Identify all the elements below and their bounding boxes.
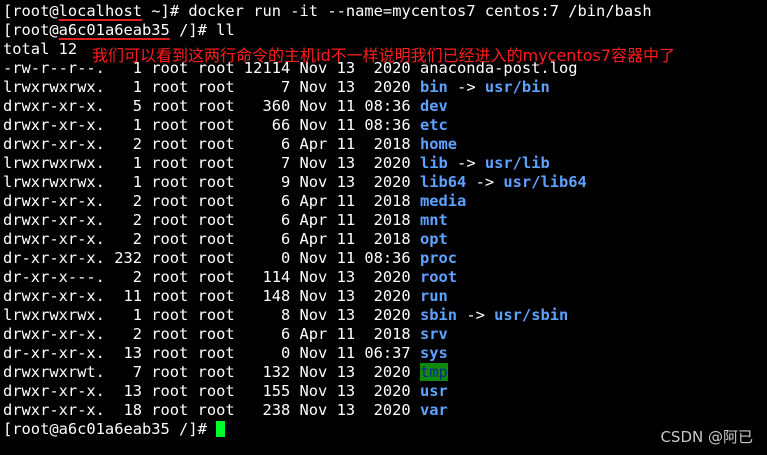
symlink-target: usr/lib64: [503, 173, 587, 191]
file-meta: drwxr-xr-x. 18 root root 238 Nov 13 2020: [3, 401, 420, 419]
file-meta: drwxr-xr-x. 2 root root 6 Apr 11 2018: [3, 192, 420, 210]
command-text: ~]# docker run -it --name=mycentos7 cent…: [142, 2, 652, 20]
file-meta: lrwxrwxrwx. 1 root root 8 Nov 13 2020: [3, 306, 420, 324]
listing-row: drwxr-xr-x. 13 root root 155 Nov 13 2020…: [3, 382, 652, 401]
prompt-line-ll: [root@a6c01a6eab35 /]# ll: [3, 21, 652, 40]
listing-row: lrwxrwxrwx. 1 root root 9 Nov 13 2020 li…: [3, 173, 652, 192]
file-meta: lrwxrwxrwx. 1 root root 7 Nov 13 2020: [3, 154, 420, 172]
file-name: sbin: [419, 306, 458, 324]
file-meta: drwxr-xr-x. 5 root root 360 Nov 11 08:36: [3, 97, 420, 115]
file-name: dev: [419, 97, 448, 115]
file-meta: dr-xr-xr-x. 13 root root 0 Nov 11 06:37: [3, 344, 420, 362]
listing-row: lrwxrwxrwx. 1 root root 8 Nov 13 2020 sb…: [3, 306, 652, 325]
file-name: root: [419, 268, 458, 286]
listing-row: drwxr-xr-x. 5 root root 360 Nov 11 08:36…: [3, 97, 652, 116]
listing-row: drwxr-xr-x. 11 root root 148 Nov 13 2020…: [3, 287, 652, 306]
symlink-arrow: ->: [466, 173, 504, 191]
file-meta: drwxr-xr-x. 11 root root 148 Nov 13 2020: [3, 287, 420, 305]
file-meta: drwxr-xr-x. 1 root root 66 Nov 11 08:36: [3, 116, 420, 134]
prompt-prefix: [root@: [3, 21, 59, 39]
listing-row: drwxr-xr-x. 2 root root 6 Apr 11 2018 op…: [3, 230, 652, 249]
directory-listing: -rw-r--r--. 1 root root 12114 Nov 13 202…: [3, 59, 652, 420]
hostname-container: a6c01a6eab35: [58, 21, 170, 39]
file-name: proc: [419, 249, 458, 267]
file-meta: drwxr-xr-x. 13 root root 155 Nov 13 2020: [3, 382, 420, 400]
listing-row: drwxr-xr-x. 2 root root 6 Apr 11 2018 ho…: [3, 135, 652, 154]
command-text: /]# ll: [169, 21, 235, 39]
terminal[interactable]: [root@localhost ~]# docker run -it --nam…: [3, 2, 652, 439]
file-name: sys: [419, 344, 448, 362]
listing-row: dr-xr-xr-x. 13 root root 0 Nov 11 06:37 …: [3, 344, 652, 363]
listing-row: drwxr-xr-x. 2 root root 6 Apr 11 2018 mn…: [3, 211, 652, 230]
file-name: home: [419, 135, 458, 153]
file-meta: drwxr-xr-x. 2 root root 6 Apr 11 2018: [3, 211, 420, 229]
file-name: lib: [419, 154, 448, 172]
file-name: lib64: [419, 173, 467, 191]
symlink-arrow: ->: [447, 78, 485, 96]
file-meta: lrwxrwxrwx. 1 root root 7 Nov 13 2020: [3, 78, 420, 96]
file-name: media: [419, 192, 467, 210]
file-name: opt: [419, 230, 448, 248]
file-meta: lrwxrwxrwx. 1 root root 9 Nov 13 2020: [3, 173, 420, 191]
symlink-target: usr/sbin: [494, 306, 569, 324]
annotation-note: 我们可以看到这两行命令的主机id不一样说明我们已经进入的mycentos7容器中…: [92, 46, 676, 65]
file-name: var: [419, 401, 448, 419]
prompt-line-current[interactable]: [root@a6c01a6eab35 /]#: [3, 420, 652, 439]
listing-row: drwxrwxrwt. 7 root root 132 Nov 13 2020 …: [3, 363, 652, 382]
file-meta: drwxrwxrwt. 7 root root 132 Nov 13 2020: [3, 363, 420, 381]
file-meta: drwxr-xr-x. 2 root root 6 Apr 11 2018: [3, 325, 420, 343]
listing-row: dr-xr-x---. 2 root root 114 Nov 13 2020 …: [3, 268, 652, 287]
prompt-text: [root@a6c01a6eab35 /]#: [3, 420, 217, 438]
symlink-target: usr/bin: [484, 78, 550, 96]
file-name: bin: [419, 78, 448, 96]
symlink-arrow: ->: [457, 306, 495, 324]
prompt-prefix: [root@: [3, 2, 59, 20]
file-name: mnt: [419, 211, 448, 229]
file-meta: drwxr-xr-x. 2 root root 6 Apr 11 2018: [3, 135, 420, 153]
listing-row: lrwxrwxrwx. 1 root root 7 Nov 13 2020 li…: [3, 154, 652, 173]
file-meta: drwxr-xr-x. 2 root root 6 Apr 11 2018: [3, 230, 420, 248]
listing-row: drwxr-xr-x. 2 root root 6 Apr 11 2018 sr…: [3, 325, 652, 344]
file-meta: dr-xr-xr-x. 232 root root 0 Nov 11 08:36: [3, 249, 420, 267]
listing-row: drwxr-xr-x. 2 root root 6 Apr 11 2018 me…: [3, 192, 652, 211]
listing-row: lrwxrwxrwx. 1 root root 7 Nov 13 2020 bi…: [3, 78, 652, 97]
symlink-arrow: ->: [447, 154, 485, 172]
prompt-line-docker-run: [root@localhost ~]# docker run -it --nam…: [3, 2, 652, 21]
file-name: usr: [419, 382, 448, 400]
file-name: run: [419, 287, 448, 305]
listing-row: dr-xr-xr-x. 232 root root 0 Nov 11 08:36…: [3, 249, 652, 268]
cursor: [216, 421, 226, 437]
listing-row: drwxr-xr-x. 1 root root 66 Nov 11 08:36 …: [3, 116, 652, 135]
listing-row: drwxr-xr-x. 18 root root 238 Nov 13 2020…: [3, 401, 652, 420]
symlink-target: usr/lib: [484, 154, 550, 172]
file-meta: dr-xr-x---. 2 root root 114 Nov 13 2020: [3, 268, 420, 286]
file-name: srv: [419, 325, 448, 343]
file-name: tmp: [419, 363, 448, 381]
hostname-host: localhost: [58, 2, 143, 20]
file-name: etc: [419, 116, 448, 134]
watermark: CSDN @阿已: [660, 428, 753, 446]
